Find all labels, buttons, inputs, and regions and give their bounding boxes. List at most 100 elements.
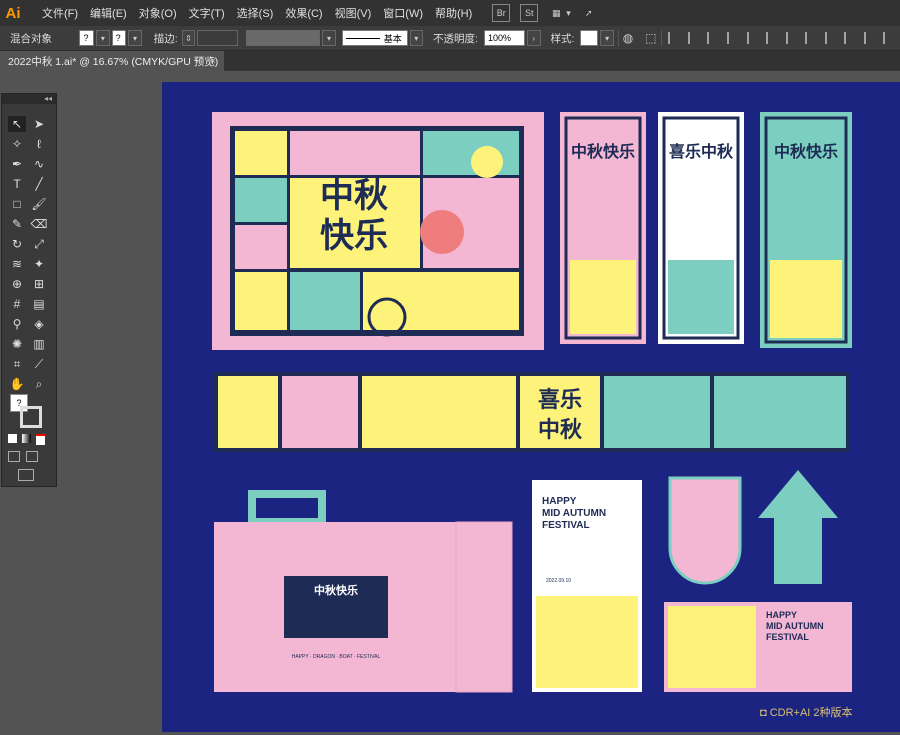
perspective-grid-tool-icon[interactable]: ⊞ [30, 276, 48, 292]
paintbrush-tool-icon[interactable]: 🖌 [30, 196, 48, 212]
shape-builder-tool-icon[interactable]: ⊕ [8, 276, 26, 292]
distribute-bottom-icon[interactable] [824, 32, 839, 44]
align-right-icon[interactable] [707, 32, 721, 44]
type-tool-icon[interactable]: T [8, 176, 26, 192]
fill-swatch[interactable]: ? [79, 30, 95, 46]
recolor-icon[interactable]: ◍ [623, 31, 633, 45]
align-middle-icon[interactable] [746, 32, 761, 44]
bridge-icon[interactable]: Br [492, 4, 511, 22]
banner2-title: 喜乐中秋 [669, 142, 734, 161]
align-center-icon[interactable] [687, 32, 702, 44]
distribute-left-icon[interactable] [844, 32, 858, 44]
slice-tool-icon[interactable]: ⟋ [30, 356, 48, 372]
brush-dropdown[interactable]: ▾ [409, 30, 424, 46]
width-tool-icon[interactable]: ≋ [8, 256, 26, 272]
transform-icon[interactable]: ⬚ [645, 31, 656, 45]
stock-icon[interactable]: St [520, 4, 539, 22]
curvature-tool-icon[interactable]: ∿ [30, 156, 48, 172]
poster-title-line1: 中秋 [320, 177, 388, 215]
stroke-swatch[interactable]: ? [111, 30, 127, 46]
artboard[interactable]: 中秋 快乐 中秋快乐 喜乐中秋 中秋快乐 喜乐 中秋 中秋快乐 HAPPY · [162, 82, 900, 732]
menu-type[interactable]: 文字(T) [183, 5, 231, 21]
direct-selection-tool-icon[interactable]: ➤ [30, 116, 48, 132]
menu-view[interactable]: 视图(V) [329, 5, 378, 21]
selection-type-label: 混合对象 [10, 32, 52, 45]
version-watermark: ◘ CDR+AI 2种版本 [760, 707, 853, 719]
variable-width-profile[interactable] [246, 30, 321, 46]
distribute-center-icon[interactable] [805, 32, 819, 44]
stroke-dropdown[interactable]: ▾ [128, 30, 142, 46]
fill-dropdown[interactable]: ▾ [96, 30, 110, 46]
strip-text-line1: 喜乐 [538, 387, 582, 412]
card-date: 2022.09.10 [546, 578, 571, 584]
menu-object[interactable]: 对象(O) [133, 5, 183, 21]
scale-tool-icon[interactable]: ⤢ [30, 236, 48, 252]
column-graph-tool-icon[interactable]: ▥ [30, 336, 48, 352]
document-tab[interactable]: 2022中秋 1.ai* @ 16.67% (CMYK/GPU 预览) × [0, 51, 224, 71]
artboard-tool-icon[interactable]: ⌗ [8, 356, 26, 372]
menu-window[interactable]: 窗口(W) [377, 5, 429, 21]
selection-tool-icon[interactable]: ↖ [8, 116, 26, 132]
line-tool-icon[interactable]: ╱ [30, 176, 48, 192]
menu-file[interactable]: 文件(F) [36, 5, 84, 21]
bag-footer: HAPPY · DRAGON · BOAT · FESTIVAL [292, 654, 381, 660]
card-en-line1: HAPPY [542, 496, 577, 507]
landscape-en-line2: MID AUTUMN [766, 621, 824, 631]
stroke-color-swatch[interactable] [20, 406, 42, 428]
draw-mode-icon[interactable] [8, 451, 20, 462]
pen-tool-icon[interactable]: ✒ [8, 156, 26, 172]
gradient-tool-icon[interactable]: ▤ [30, 296, 48, 312]
panel-collapse-icon[interactable]: ◂◂ [2, 94, 56, 104]
none-mode-icon[interactable] [36, 434, 45, 445]
rotate-tool-icon[interactable]: ↻ [8, 236, 26, 252]
zoom-tool-icon[interactable]: ⌕ [30, 376, 48, 392]
workspace-grid-icon[interactable]: ▦ [548, 5, 564, 21]
opacity-field[interactable]: 100% [483, 30, 525, 46]
color-mode-icon[interactable] [8, 434, 17, 443]
screen-mode-icon[interactable] [18, 469, 34, 481]
menu-select[interactable]: 选择(S) [231, 5, 280, 21]
card-en-line3: FESTIVAL [542, 520, 590, 531]
symbol-sprayer-tool-icon[interactable]: ✺ [8, 336, 26, 352]
distribute-hcenter-icon[interactable] [863, 32, 878, 44]
profile-dropdown[interactable]: ▾ [322, 30, 336, 46]
banner3-title: 中秋快乐 [774, 142, 838, 161]
stroke-weight-field[interactable] [197, 30, 239, 46]
close-icon[interactable]: × [210, 55, 216, 67]
magic-wand-tool-icon[interactable]: ✧ [8, 136, 26, 152]
banner1-title: 中秋快乐 [571, 142, 635, 161]
distribute-right-icon[interactable] [883, 32, 897, 44]
poster-title-line2: 快乐 [320, 217, 388, 255]
app-logo: Ai [5, 4, 21, 22]
menu-edit[interactable]: 编辑(E) [84, 5, 133, 21]
hand-tool-icon[interactable]: ✋ [8, 376, 26, 392]
mesh-tool-icon[interactable]: # [8, 296, 26, 312]
landscape-en-line3: FESTIVAL [766, 632, 809, 642]
eraser-tool-icon[interactable]: ⌫ [30, 216, 48, 232]
gradient-mode-icon[interactable] [22, 434, 31, 443]
chevron-down-icon[interactable]: ▾ [566, 8, 571, 19]
menu-bar: Ai 文件(F) 编辑(E) 对象(O) 文字(T) 选择(S) 效果(C) 视… [0, 0, 900, 26]
rectangle-tool-icon[interactable]: □ [8, 196, 26, 212]
stroke-weight-stepper[interactable]: ⇕ [181, 30, 196, 46]
tools-panel: ◂◂ ↖ ➤ ✧ ℓ ✒ ∿ T ╱ □ 🖌 ✎ ⌫ ↻ ⤢ ≋ ✦ ⊕ ⊞ #… [1, 93, 57, 487]
bag-label: 中秋快乐 [314, 583, 358, 597]
distribute-top-icon[interactable] [785, 32, 800, 44]
blend-tool-icon[interactable]: ◈ [30, 316, 48, 332]
align-top-icon[interactable] [727, 32, 741, 44]
send-icon[interactable]: ➚ [581, 5, 597, 21]
opacity-dropdown[interactable]: › [526, 30, 541, 46]
draw-behind-icon[interactable] [26, 451, 38, 462]
style-dropdown[interactable]: ▾ [600, 30, 614, 46]
shaper-tool-icon[interactable]: ✎ [8, 216, 26, 232]
menu-help[interactable]: 帮助(H) [429, 5, 478, 21]
control-bar: 混合对象 ? ▾ ? ▾ 描边: ⇕ ▾ 基本 ▾ 不透明度: 100% › 样… [0, 26, 900, 51]
menu-effect[interactable]: 效果(C) [279, 5, 328, 21]
eyedropper-tool-icon[interactable]: ⚲ [8, 316, 26, 332]
lasso-tool-icon[interactable]: ℓ [30, 136, 48, 152]
brush-definition[interactable]: 基本 [341, 30, 408, 46]
align-bottom-icon[interactable] [766, 32, 780, 44]
puppet-warp-tool-icon[interactable]: ✦ [30, 256, 48, 272]
graphic-style-swatch[interactable] [580, 30, 599, 46]
align-left-icon[interactable] [668, 32, 682, 44]
